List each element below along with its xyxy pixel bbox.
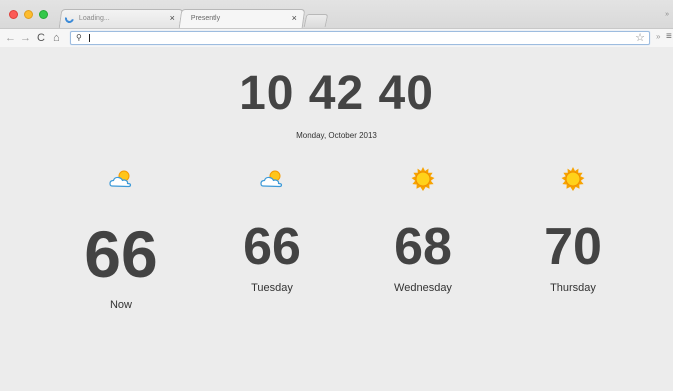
text-caret [89,34,90,42]
forward-button[interactable]: → [20,30,31,46]
page-content: 10 42 40 Monday, October 2013 66 Now 66 … [0,47,673,391]
partly-cloudy-icon [109,170,132,188]
forecast-day-label: Thursday [550,282,596,294]
clock-time: 10 42 40 [239,67,434,120]
forecast-day-label: Now [109,299,132,311]
sun-icon [561,167,585,191]
extensions-overflow-icon[interactable]: » [656,32,660,41]
forecast-day-label: Tuesday [251,282,293,294]
fullscreen-icon[interactable]: » [665,11,669,18]
partly-cloudy-icon [260,170,283,188]
reload-button[interactable]: C [37,30,45,46]
tab-title: Presently [190,15,221,22]
tab-loading[interactable]: Loading... × [58,9,184,28]
loading-spinner-icon [63,12,76,25]
browser-window: Loading... × Presently × » ← → C ⌂ ⚲ ☆ »… [0,0,673,391]
sun-icon [411,167,435,191]
bookmark-star-icon[interactable]: ☆ [635,31,645,44]
forecast-temp: 66 [243,218,301,276]
tab-strip: Loading... × Presently × » [0,0,673,28]
new-tab-button[interactable] [303,14,329,27]
forecast-day-label: Wednesday [394,282,452,294]
tab-close-icon[interactable]: × [170,13,175,23]
home-button[interactable]: ⌂ [53,30,60,46]
date-label: Monday, October 2013 [296,131,377,140]
forecast-temp: 66 [84,217,158,291]
tab-close-icon[interactable]: × [292,13,297,23]
back-button[interactable]: ← [5,30,16,46]
address-bar[interactable]: ⚲ ☆ [70,31,650,45]
close-window-button[interactable] [9,10,18,19]
toolbar: ← → C ⌂ ⚲ ☆ » ≡ [0,28,673,48]
forecast-temp: 68 [394,218,452,276]
menu-icon[interactable]: ≡ [666,31,672,42]
forecast-temp: 70 [544,218,602,276]
search-icon: ⚲ [76,33,82,42]
zoom-window-button[interactable] [39,10,48,19]
tab-title: Loading... [78,15,110,22]
address-input[interactable] [88,32,628,44]
tab-presently[interactable]: Presently × [178,9,306,28]
minimize-window-button[interactable] [24,10,33,19]
